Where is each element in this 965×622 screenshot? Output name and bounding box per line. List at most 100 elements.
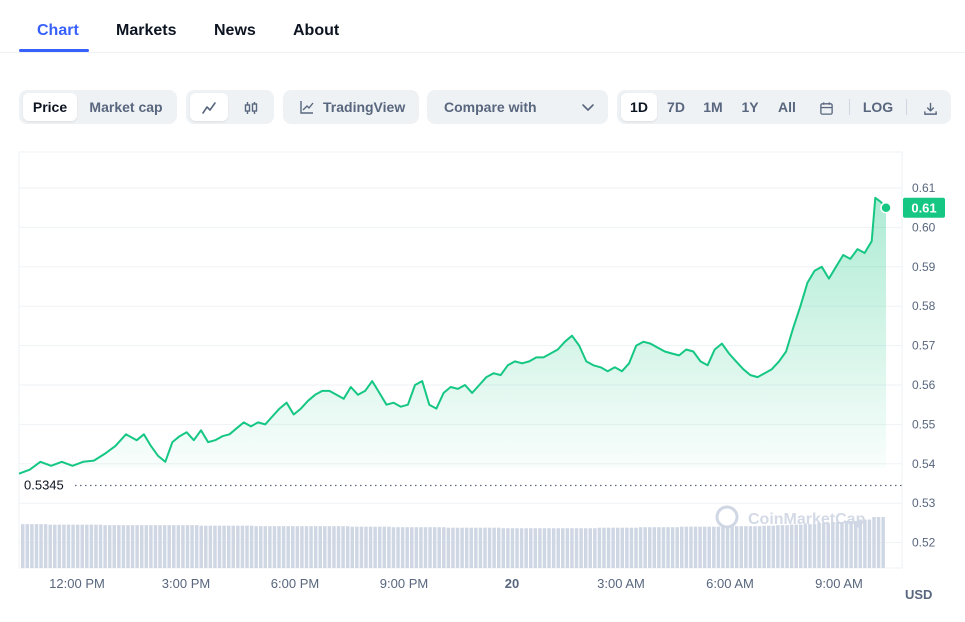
volume-bar bbox=[826, 523, 830, 568]
volume-bar bbox=[547, 528, 551, 568]
tab-markets[interactable]: Markets bbox=[116, 22, 176, 40]
line-chart-button[interactable] bbox=[190, 93, 228, 121]
volume-bar bbox=[876, 517, 881, 568]
volume-bar bbox=[121, 525, 126, 568]
compare-with-label: Compare with bbox=[444, 99, 537, 115]
volume-bar bbox=[744, 526, 748, 568]
volume-bar bbox=[405, 527, 409, 568]
tradingview-button[interactable]: TradingView bbox=[283, 90, 419, 124]
volume-bar bbox=[213, 525, 217, 568]
volume-bar bbox=[130, 525, 135, 568]
volume-bar bbox=[574, 528, 579, 568]
price-chart-svg[interactable]: 0.61 0.60 0.59 0.58 0.57 0.56 0.55 0.54 0.53 0.52… bbox=[0, 140, 965, 617]
volume-bar bbox=[222, 525, 226, 568]
volume-bar bbox=[437, 527, 441, 568]
volume-bar bbox=[323, 526, 327, 568]
download-button[interactable] bbox=[913, 93, 947, 121]
price-toggle-button[interactable]: Price bbox=[23, 93, 77, 121]
volume-bar bbox=[53, 524, 57, 568]
price-marketcap-toggle: Price Market cap bbox=[19, 90, 177, 124]
volume-bar bbox=[231, 525, 236, 568]
volume-bar bbox=[249, 525, 254, 568]
volume-bar bbox=[501, 528, 506, 568]
volume-bar bbox=[510, 528, 515, 568]
line-chart-icon bbox=[202, 102, 216, 115]
tab-chart[interactable]: Chart bbox=[37, 22, 79, 40]
volume-bar bbox=[675, 527, 679, 568]
tab-about[interactable]: About bbox=[293, 22, 339, 40]
tab-news[interactable]: News bbox=[214, 22, 256, 40]
volume-bar bbox=[240, 525, 245, 568]
coinmarketcap-watermark: CoinMarketCap bbox=[748, 511, 866, 528]
volume-bar bbox=[21, 524, 25, 568]
volume-bar bbox=[158, 525, 162, 568]
x-tick-label: 6:00 PM bbox=[271, 576, 319, 591]
y-tick-label: 0.59 bbox=[912, 260, 936, 274]
compare-with-dropdown[interactable]: Compare with bbox=[427, 90, 608, 124]
candlestick-button[interactable] bbox=[232, 93, 270, 121]
volume-bar bbox=[469, 527, 473, 568]
volume-bar bbox=[355, 526, 359, 568]
x-tick-label: 9:00 AM bbox=[815, 576, 863, 591]
volume-bar bbox=[556, 528, 560, 568]
volume-bar bbox=[199, 525, 203, 568]
volume-bar bbox=[831, 522, 835, 568]
price-chart[interactable]: 0.61 0.60 0.59 0.58 0.57 0.56 0.55 0.54 0.53 0.52… bbox=[0, 140, 965, 617]
volume-bar bbox=[103, 525, 107, 568]
volume-bar bbox=[94, 524, 98, 568]
volume-bar bbox=[606, 527, 611, 568]
volume-bar bbox=[382, 526, 387, 568]
volume-bar bbox=[615, 527, 620, 568]
volume-bar bbox=[39, 524, 43, 568]
volume-bar bbox=[780, 525, 785, 568]
volume-bar bbox=[734, 526, 739, 568]
volume-bar bbox=[881, 517, 885, 568]
volume-bar bbox=[359, 526, 364, 568]
volume-bar bbox=[844, 521, 849, 568]
volume-bar bbox=[757, 526, 762, 568]
volume-bar bbox=[117, 525, 121, 568]
x-tick-label: 9:00 PM bbox=[380, 576, 428, 591]
volume-bar bbox=[739, 526, 744, 568]
volume-bar bbox=[620, 527, 625, 568]
volume-bar bbox=[162, 525, 167, 568]
volume-bar bbox=[254, 526, 258, 568]
volume-bar bbox=[126, 525, 130, 568]
volume-bar bbox=[43, 524, 48, 568]
volume-bar bbox=[190, 525, 194, 568]
volume-bar bbox=[716, 526, 721, 568]
volume-bar bbox=[657, 527, 661, 568]
volume-bar bbox=[291, 526, 295, 568]
volume-bar bbox=[391, 527, 396, 568]
volume-bar bbox=[226, 525, 231, 568]
volume-bar bbox=[332, 526, 336, 568]
volume-bar bbox=[414, 527, 419, 568]
range-7d-button[interactable]: 7D bbox=[658, 93, 694, 121]
volume-bar bbox=[835, 522, 840, 568]
volume-bar bbox=[410, 527, 414, 568]
calendar-button[interactable] bbox=[809, 93, 843, 121]
volume-bar bbox=[304, 526, 309, 568]
range-1d-button[interactable]: 1D bbox=[621, 93, 657, 121]
y-tick-label: 0.55 bbox=[912, 417, 936, 431]
log-scale-button[interactable]: LOG bbox=[857, 93, 899, 121]
volume-bar bbox=[817, 523, 821, 568]
top-tabs: Chart Markets News About bbox=[0, 0, 965, 53]
range-selector: 1D 7D 1M 1Y All LOG bbox=[617, 90, 951, 124]
x-tick-label: 3:00 AM bbox=[597, 576, 645, 591]
volume-bar bbox=[281, 526, 286, 568]
range-all-button[interactable]: All bbox=[769, 93, 805, 121]
volume-bar bbox=[776, 525, 780, 568]
volume-bar bbox=[208, 525, 213, 568]
volume-bar bbox=[98, 524, 103, 568]
marketcap-toggle-button[interactable]: Market cap bbox=[81, 93, 171, 121]
range-1y-button[interactable]: 1Y bbox=[732, 93, 768, 121]
volume-bar bbox=[524, 528, 528, 568]
last-price-dot bbox=[880, 201, 892, 214]
volume-bar bbox=[712, 526, 716, 568]
volume-bar bbox=[702, 526, 707, 568]
volume-bar bbox=[217, 525, 222, 568]
x-tick-label: 20 bbox=[505, 576, 519, 591]
volume-bar bbox=[542, 528, 547, 568]
range-1m-button[interactable]: 1M bbox=[695, 93, 731, 121]
